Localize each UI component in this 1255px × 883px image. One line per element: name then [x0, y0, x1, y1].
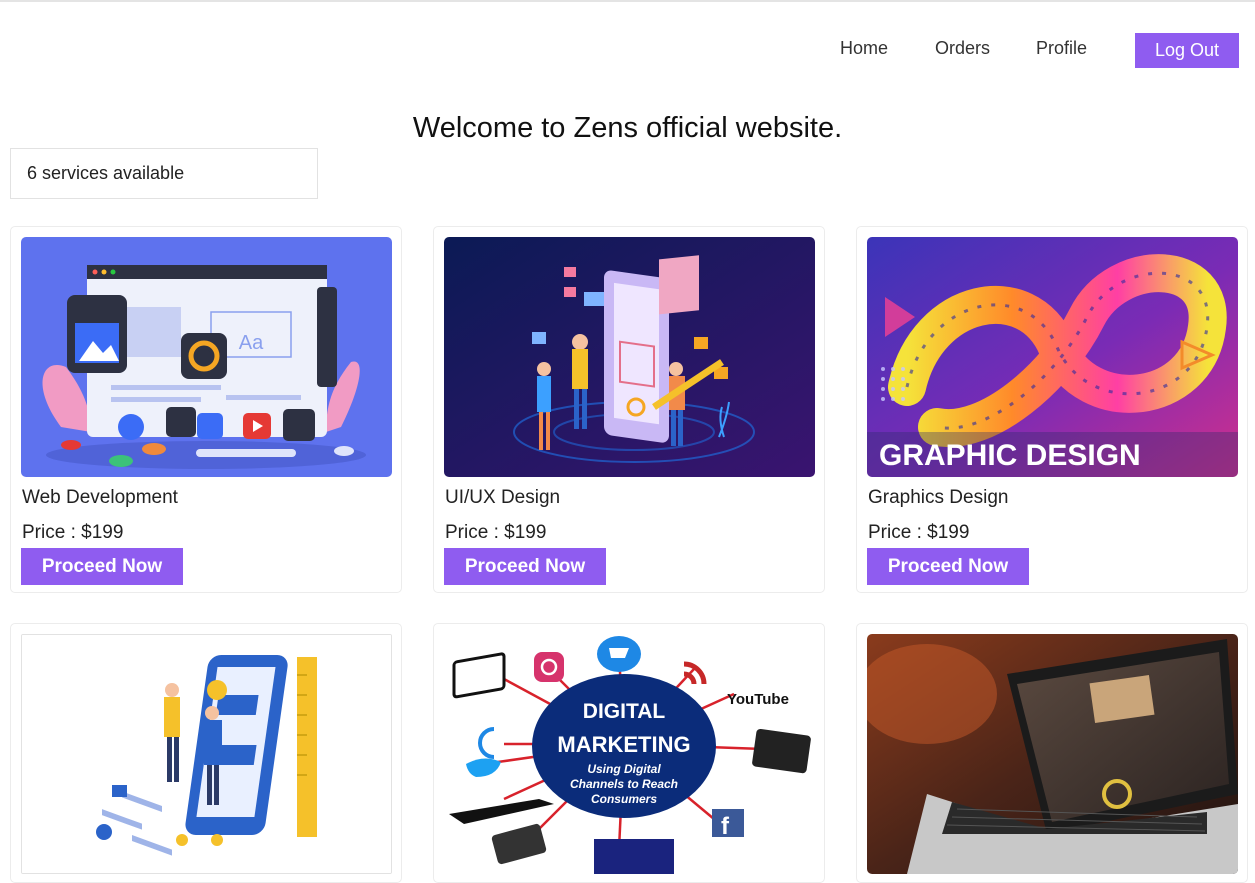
svg-text:f: f	[721, 813, 730, 840]
laptop-photo-image	[867, 634, 1238, 874]
web-image-text: Aa	[239, 332, 264, 354]
youtube-logo-text: YouTube	[727, 691, 789, 708]
service-card-4	[10, 623, 402, 883]
ui-ux-image	[444, 237, 815, 477]
top-divider	[0, 0, 1255, 2]
web-development-image: Aa	[21, 237, 392, 477]
service-price: Price : $199	[22, 522, 124, 543]
nav-home-link[interactable]: Home	[840, 38, 888, 59]
service-price: Price : $199	[868, 522, 970, 543]
nav-profile-link[interactable]: Profile	[1036, 38, 1087, 59]
graphic-design-banner-text: GRAPHIC DESIGN	[879, 439, 1141, 472]
digital-marketing-text-line1: DIGITAL	[583, 700, 666, 723]
proceed-now-button[interactable]: Proceed Now	[867, 548, 1029, 585]
nav-orders-link[interactable]: Orders	[935, 38, 990, 59]
proceed-now-button[interactable]: Proceed Now	[444, 548, 606, 585]
digital-marketing-text-line2: MARKETING	[557, 732, 690, 757]
services-search-input[interactable]	[10, 148, 318, 199]
digital-marketing-text-line3: Using Digital	[587, 762, 661, 776]
graphic-design-image: GRAPHIC DESIGN	[867, 237, 1238, 477]
app-development-image	[21, 634, 392, 874]
service-title: Web Development	[22, 487, 178, 508]
digital-marketing-text-line4: Channels to Reach	[570, 777, 678, 791]
page-title: Welcome to Zens official website.	[412, 112, 843, 144]
digital-marketing-image: DIGITAL MARKETING Using Digital Channels…	[444, 634, 815, 874]
service-card-graphics-design: GRAPHIC DESIGN Graphics Design Price : $…	[856, 226, 1248, 593]
service-card-web-development: Aa Web Development Price : $199 Proceed	[10, 226, 402, 593]
service-price: Price : $199	[445, 522, 547, 543]
service-card-5: DIGITAL MARKETING Using Digital Channels…	[433, 623, 825, 883]
service-title: UI/UX Design	[445, 487, 561, 508]
digital-marketing-text-line5: Consumers	[591, 792, 657, 806]
proceed-now-button[interactable]: Proceed Now	[21, 548, 183, 585]
service-card-6	[856, 623, 1248, 883]
logout-button[interactable]: Log Out	[1135, 33, 1239, 68]
service-card-ui-ux-design: UI/UX Design Price : $199 Proceed Now	[433, 226, 825, 593]
service-title: Graphics Design	[868, 487, 1009, 508]
